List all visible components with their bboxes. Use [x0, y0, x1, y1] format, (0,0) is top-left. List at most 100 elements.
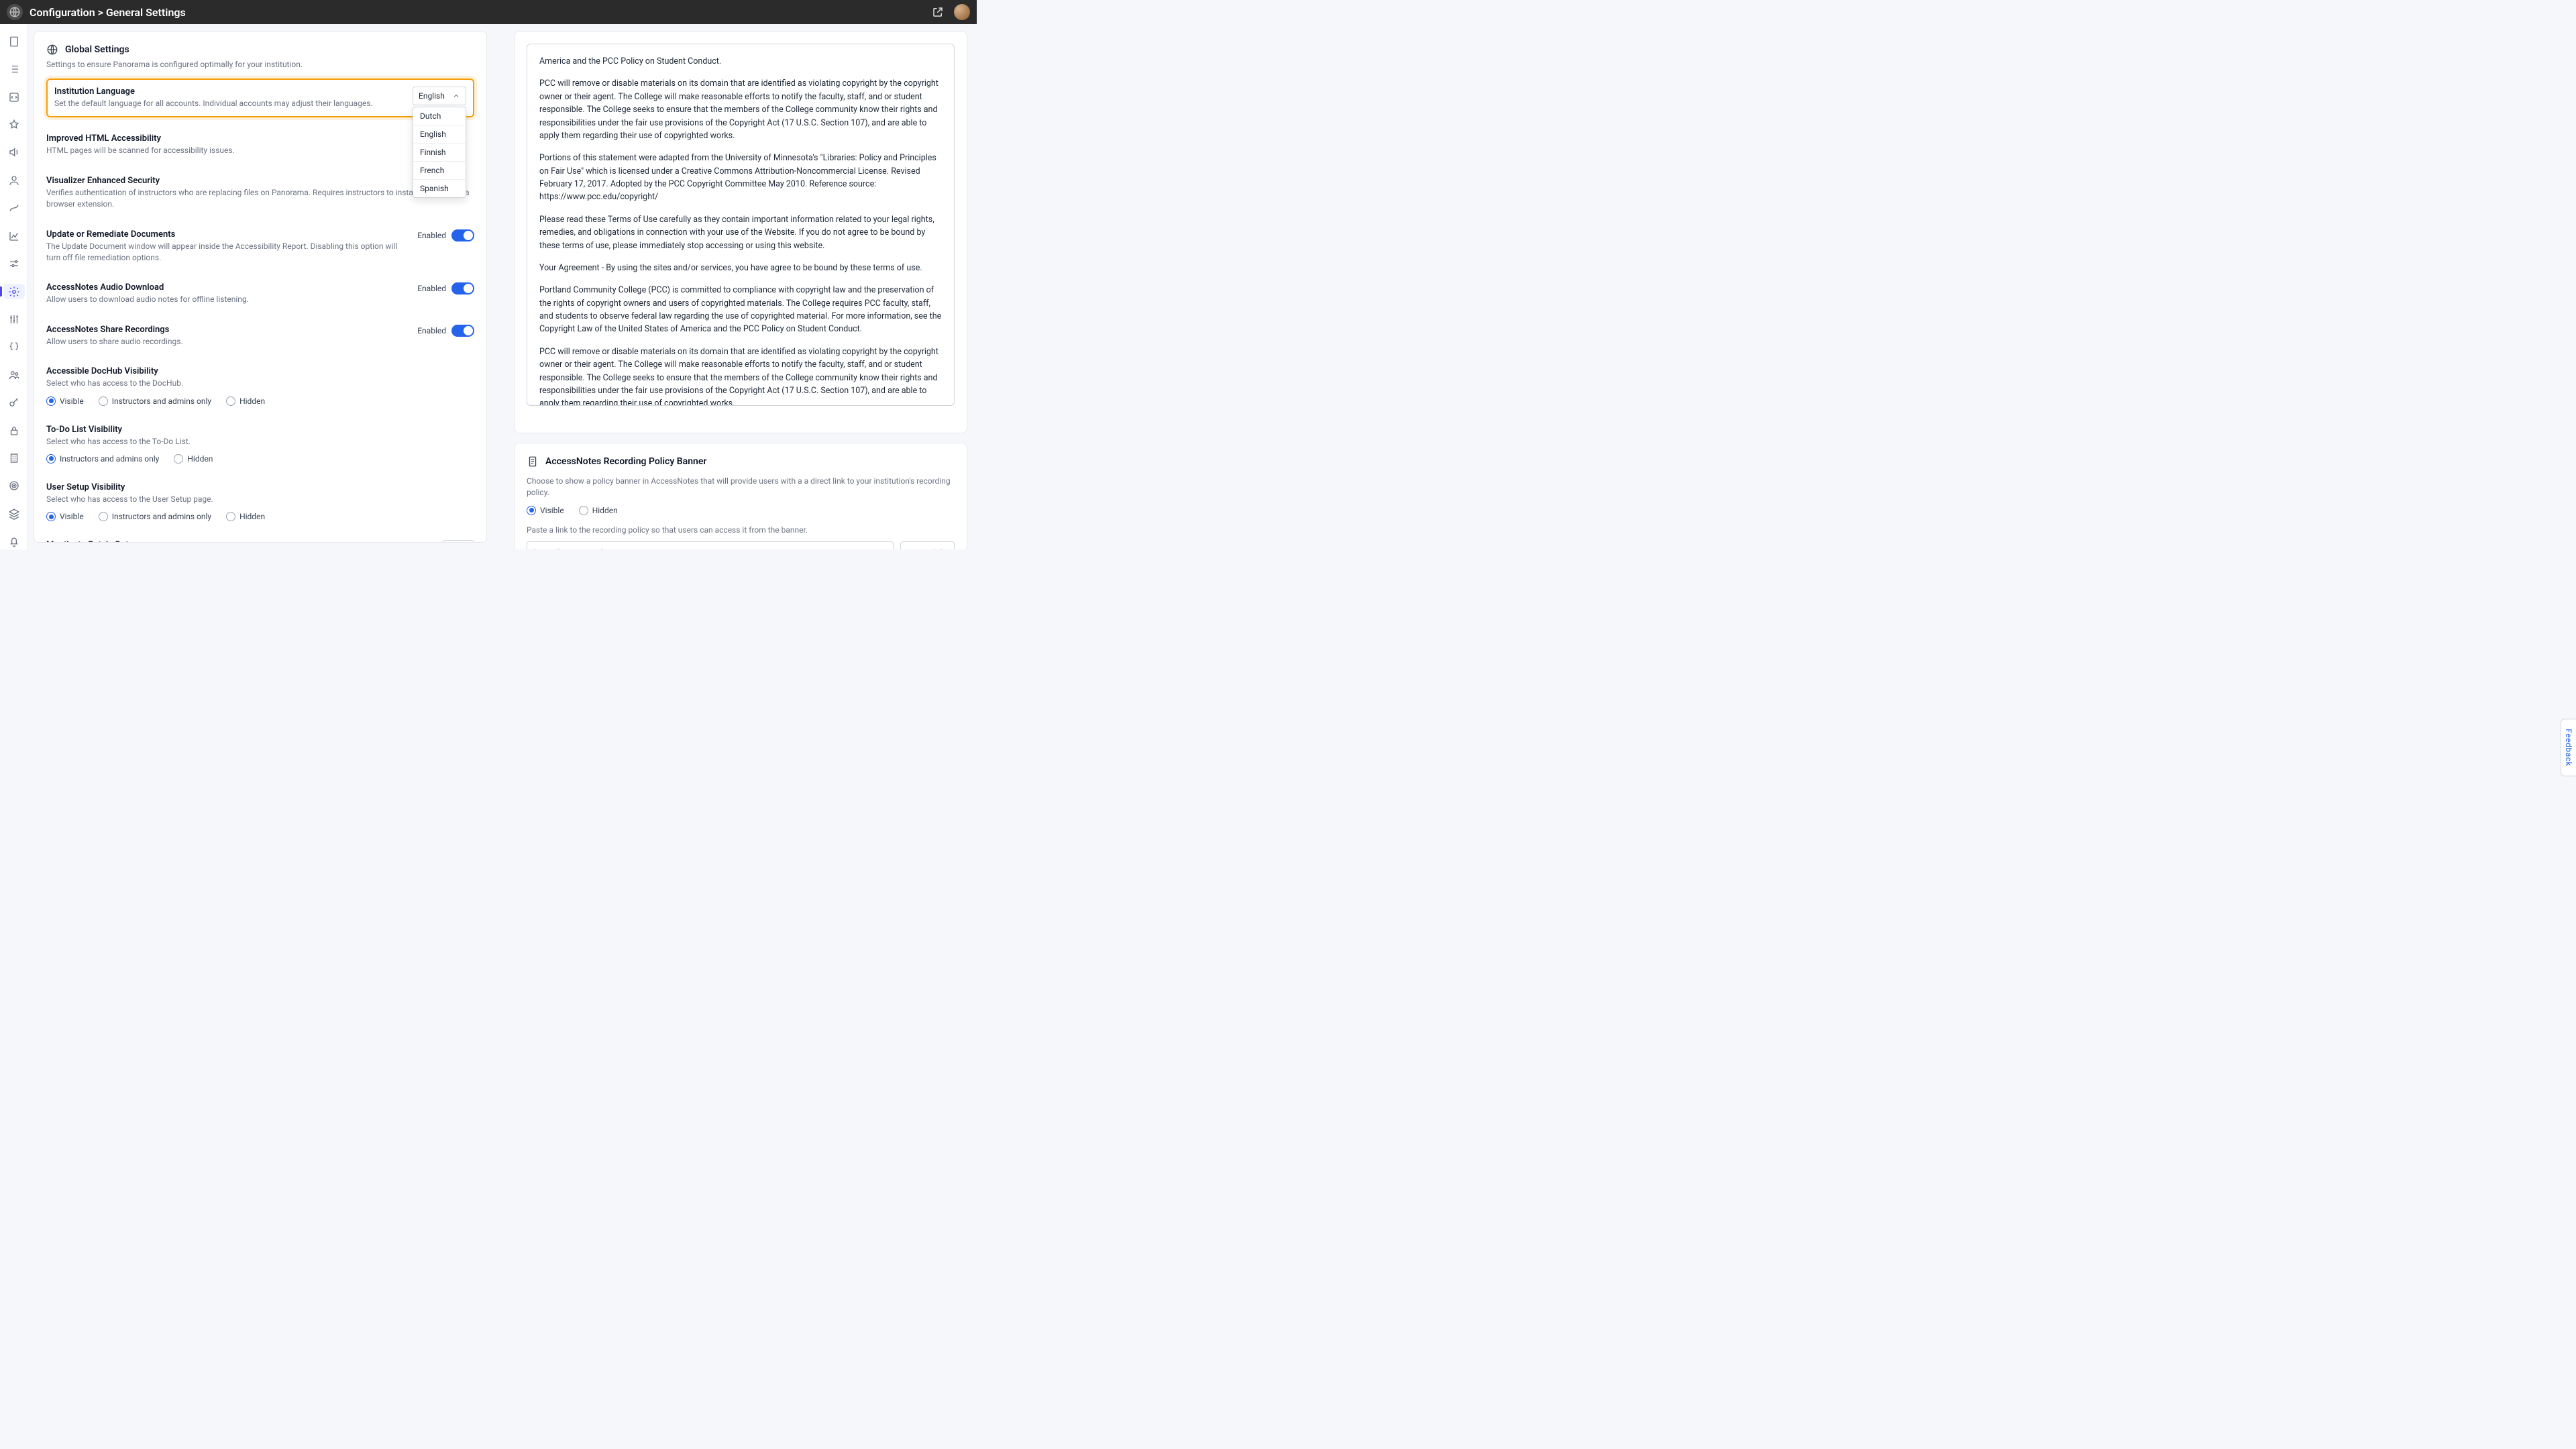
todo-radio-hidden[interactable]: Hidden — [174, 454, 213, 464]
usersetup-title: User Setup Visibility — [46, 482, 474, 492]
recording-banner-radios: Visible Hidden — [527, 506, 955, 515]
nav-sliders-icon[interactable] — [3, 256, 25, 271]
nav-group-icon[interactable] — [3, 367, 25, 382]
dochub-desc: Select who has access to the DocHub. — [46, 378, 474, 389]
language-desc: Set the default language for all account… — [54, 98, 399, 109]
todo-setting: To-Do List Visibility Select who has acc… — [46, 415, 474, 473]
visualizer-setting: Visualizer Enhanced Security Verifies au… — [46, 166, 474, 220]
recording-link-input[interactable] — [527, 541, 894, 549]
app-logo — [7, 4, 23, 20]
accessibility-desc: HTML pages will be scanned for accessibi… — [46, 145, 474, 156]
nav-chart-icon[interactable] — [3, 228, 25, 244]
share-rec-title: AccessNotes Share Recordings — [46, 325, 404, 335]
usersetup-desc: Select who has access to the User Setup … — [46, 494, 474, 505]
language-option[interactable]: Dutch — [413, 107, 466, 125]
document-icon — [527, 455, 539, 468]
language-option[interactable]: Spanish — [413, 180, 466, 197]
language-select-value: English — [419, 91, 445, 101]
usersetup-setting: User Setup Visibility Select who has acc… — [46, 473, 474, 531]
nav-bell-icon[interactable] — [3, 534, 25, 549]
todo-radios: Instructors and admins only Hidden — [46, 454, 474, 464]
nav-star-icon[interactable] — [3, 117, 25, 132]
update-docs-state: Enabled — [417, 231, 446, 240]
language-setting-highlight: Institution Language Set the default lan… — [46, 78, 474, 117]
dochub-title: Accessible DocHub Visibility — [46, 366, 474, 376]
dochub-radio-hidden[interactable]: Hidden — [226, 396, 265, 406]
nav-gear-icon[interactable] — [3, 284, 25, 299]
policy-para: PCC will remove or disable materials on … — [539, 77, 942, 142]
policy-para: Portland Community College (PCC) is comm… — [539, 284, 942, 336]
audio-dl-toggle[interactable] — [451, 282, 474, 294]
nav-braces-icon[interactable] — [3, 339, 25, 355]
language-option[interactable]: Finnish — [413, 144, 466, 162]
test-link-button[interactable]: Test Link — [900, 541, 955, 549]
language-select[interactable]: English — [413, 87, 466, 105]
accessibility-setting: Improved HTML Accessibility HTML pages w… — [46, 124, 474, 166]
nav-target-icon[interactable] — [3, 478, 25, 494]
nav-equalizer-icon[interactable] — [3, 311, 25, 327]
dochub-setting: Accessible DocHub Visibility Select who … — [46, 357, 474, 415]
audio-dl-state: Enabled — [417, 284, 446, 293]
recording-banner-desc: Choose to show a policy banner in Access… — [527, 476, 955, 499]
language-option[interactable]: French — [413, 162, 466, 180]
open-external-icon[interactable] — [928, 3, 947, 21]
globe-icon — [46, 44, 58, 56]
dochub-radios: Visible Instructors and admins only Hidd… — [46, 396, 474, 406]
global-settings-heading: Global Settings — [65, 44, 129, 55]
policy-para: America and the PCC Policy on Student Co… — [539, 55, 942, 68]
share-rec-setting: AccessNotes Share Recordings Allow users… — [46, 315, 474, 357]
retain-select[interactable]: 12 — [442, 540, 474, 543]
topbar: Configuration > General Settings — [0, 0, 977, 24]
audio-dl-setting: AccessNotes Audio Download Allow users t… — [46, 273, 474, 315]
global-settings-sub: Settings to ensure Panorama is configure… — [46, 60, 474, 69]
retain-setting: Months to Retain Data Choose how many mo… — [46, 531, 474, 543]
language-dropdown: Dutch English Finnish French Spanish — [413, 107, 466, 198]
retain-title: Months to Retain Data — [46, 540, 429, 543]
page-title: Configuration > General Settings — [30, 6, 186, 19]
todo-title: To-Do List Visibility — [46, 425, 474, 435]
nav-volume-icon[interactable] — [3, 145, 25, 160]
language-option[interactable]: English — [413, 125, 466, 144]
policy-para: Please read these Terms of Use carefully… — [539, 213, 942, 252]
nav-list-icon[interactable] — [3, 61, 25, 76]
usersetup-radio-instructors[interactable]: Instructors and admins only — [99, 512, 211, 521]
visualizer-title: Visualizer Enhanced Security — [46, 176, 474, 186]
accessibility-title: Improved HTML Accessibility — [46, 133, 474, 144]
update-docs-desc: The Update Document window will appear i… — [46, 241, 404, 264]
dochub-radio-instructors[interactable]: Instructors and admins only — [99, 396, 211, 406]
policy-para: Your Agreement - By using the sites and/… — [539, 262, 942, 274]
todo-radio-instructors[interactable]: Instructors and admins only — [46, 454, 159, 464]
dochub-radio-visible[interactable]: Visible — [46, 396, 84, 406]
update-docs-toggle[interactable] — [451, 229, 474, 241]
language-title: Institution Language — [54, 87, 399, 97]
usersetup-radio-hidden[interactable]: Hidden — [226, 512, 265, 521]
nav-layers-icon[interactable] — [3, 506, 25, 521]
recording-banner-section: AccessNotes Recording Policy Banner Choo… — [514, 443, 967, 549]
recording-paste-desc: Paste a link to the recording policy so … — [527, 525, 955, 536]
chevron-up-icon — [452, 92, 460, 100]
todo-desc: Select who has access to the To-Do List. — [46, 436, 474, 447]
recording-radio-visible[interactable]: Visible — [527, 506, 564, 515]
nav-page-icon[interactable] — [3, 34, 25, 49]
nav-user-icon[interactable] — [3, 172, 25, 188]
recording-radio-hidden[interactable]: Hidden — [579, 506, 618, 515]
nav-building-icon[interactable] — [3, 450, 25, 466]
update-docs-title: Update or Remediate Documents — [46, 229, 404, 239]
nav-lock-icon[interactable] — [3, 423, 25, 438]
user-avatar[interactable] — [954, 4, 970, 20]
policy-para: PCC will remove or disable materials on … — [539, 345, 942, 406]
usersetup-radio-visible[interactable]: Visible — [46, 512, 84, 521]
nav-code-icon[interactable] — [3, 89, 25, 105]
policy-card: America and the PCC Policy on Student Co… — [514, 31, 967, 433]
share-rec-toggle[interactable] — [451, 325, 474, 337]
nav-path-icon[interactable] — [3, 201, 25, 216]
update-docs-setting: Update or Remediate Documents The Update… — [46, 220, 474, 274]
policy-text-box[interactable]: America and the PCC Policy on Student Co… — [527, 44, 955, 406]
nav-key-icon[interactable] — [3, 394, 25, 410]
audio-dl-desc: Allow users to download audio notes for … — [46, 294, 404, 305]
policy-para: Portions of this statement were adapted … — [539, 152, 942, 204]
share-rec-state: Enabled — [417, 326, 446, 335]
recording-banner-heading: AccessNotes Recording Policy Banner — [545, 456, 706, 467]
global-settings-header: Global Settings — [46, 44, 474, 56]
feedback-tab[interactable]: Feedback — [2561, 718, 2576, 776]
